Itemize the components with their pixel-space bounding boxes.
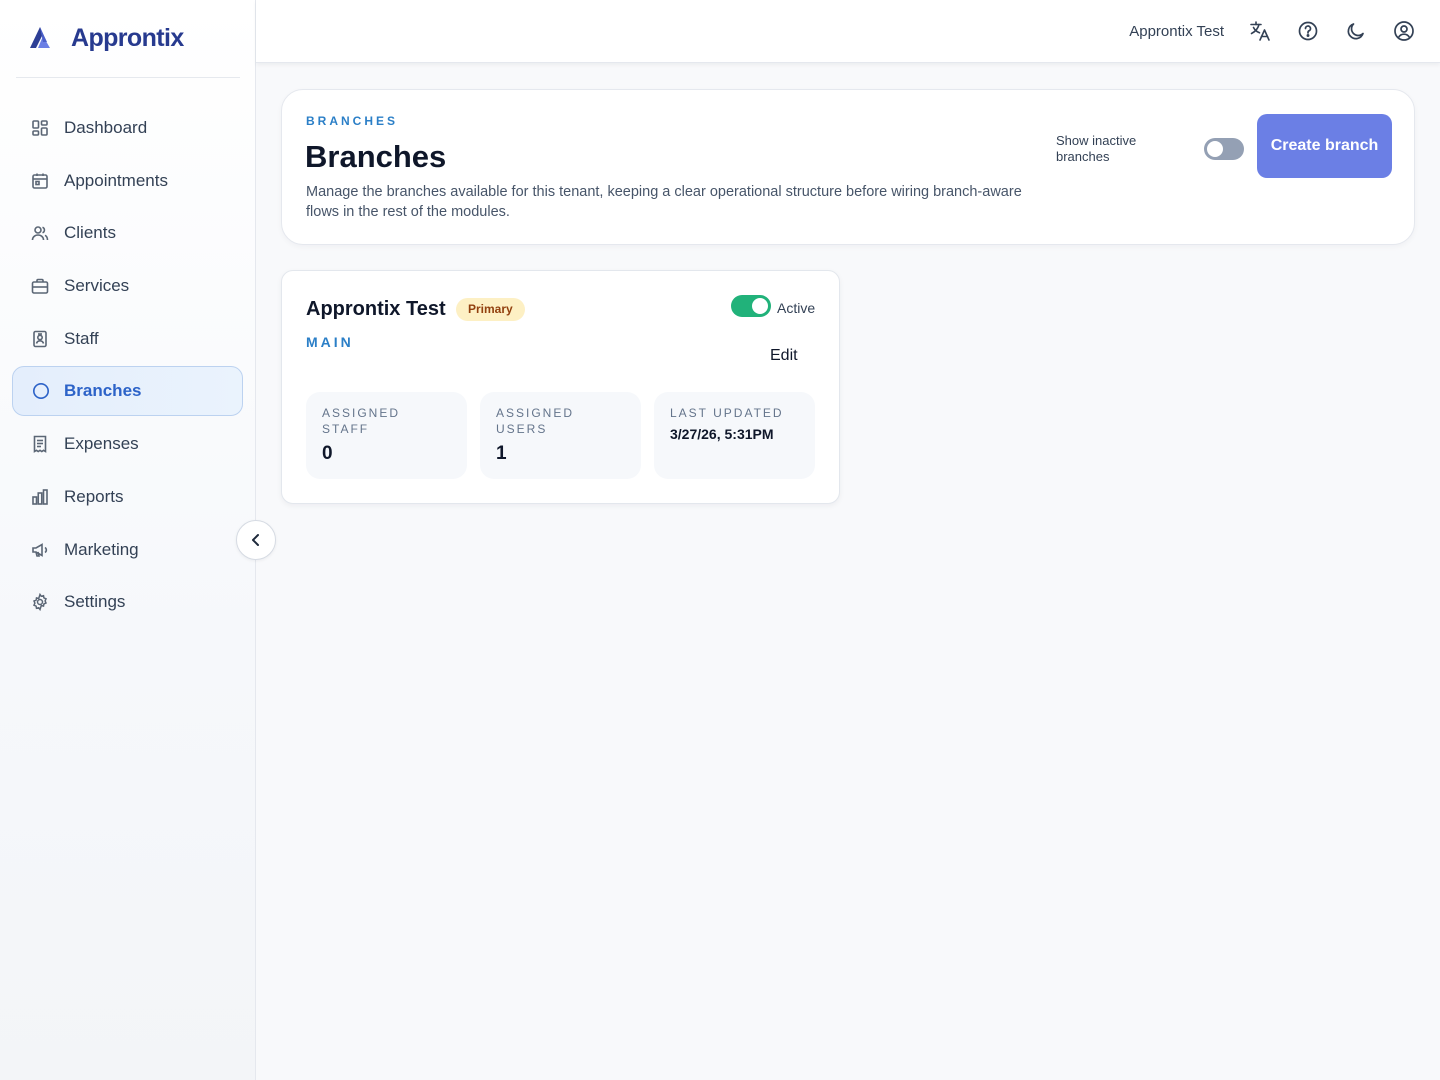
badge-icon	[31, 330, 49, 348]
page-title: Branches	[305, 139, 447, 174]
branch-active-toggle[interactable]	[731, 295, 771, 317]
stat-assigned-staff: Assigned staff 0	[306, 392, 467, 479]
sidebar-item-dashboard[interactable]: Dashboard	[12, 103, 243, 153]
help-icon[interactable]	[1297, 20, 1321, 44]
branches-header-card: BRANCHES Branches Manage the branches av…	[281, 89, 1415, 245]
stat-assigned-users: Assigned users 1	[480, 392, 641, 479]
circle-icon	[32, 382, 50, 400]
edit-branch-button[interactable]: Edit	[770, 347, 798, 365]
sidebar-item-label: Expenses	[64, 434, 139, 454]
toggle-knob	[752, 298, 768, 314]
sidebar-item-staff[interactable]: Staff	[12, 314, 243, 364]
stat-value: 1	[496, 443, 507, 464]
stat-value: 0	[322, 443, 333, 464]
sidebar-item-label: Appointments	[64, 170, 168, 190]
sidebar-item-appointments[interactable]: Appointments	[12, 156, 243, 206]
sidebar-item-label: Clients	[64, 223, 116, 243]
translate-icon[interactable]	[1249, 20, 1273, 44]
user-circle-icon[interactable]	[1393, 20, 1417, 44]
bar-chart-icon	[31, 488, 49, 506]
branch-code: MAIN	[306, 334, 354, 350]
sidebar-item-settings[interactable]: Settings	[12, 577, 243, 627]
stat-value: 3/27/26, 5:31PM	[670, 426, 774, 442]
page-description: Manage the branches available for this t…	[306, 184, 1022, 220]
sidebar-item-label: Reports	[64, 486, 124, 506]
sidebar-item-services[interactable]: Services	[12, 261, 243, 311]
sidebar-item-expenses[interactable]: Expenses	[12, 419, 243, 469]
branch-name: Approntix Test	[306, 298, 446, 320]
stat-label: Assigned users	[496, 406, 575, 436]
users-icon	[31, 224, 49, 242]
collapse-sidebar-button[interactable]	[236, 520, 276, 560]
brand-name: Approntix	[71, 24, 184, 52]
brand[interactable]: Approntix	[16, 0, 240, 78]
sidebar-item-label: Dashboard	[64, 118, 148, 137]
show-inactive-label: Show inactive branches	[1056, 133, 1137, 164]
stat-last-updated: Last updated 3/27/26, 5:31PM	[654, 392, 815, 479]
gear-icon	[31, 593, 49, 612]
sidebar-item-marketing[interactable]: Marketing	[12, 525, 243, 575]
dashboard-icon	[31, 119, 49, 137]
app-root: Approntix Dashboard Appointments Clients	[0, 0, 1440, 1080]
section-eyebrow: BRANCHES	[306, 114, 399, 128]
calendar-icon	[31, 172, 49, 190]
briefcase-icon	[31, 277, 49, 295]
tenant-name[interactable]: Approntix Test	[1129, 23, 1224, 40]
moon-icon[interactable]	[1345, 20, 1369, 44]
megaphone-icon	[31, 541, 49, 559]
receipt-icon	[31, 435, 49, 454]
sidebar: Approntix Dashboard Appointments Clients	[0, 0, 256, 1080]
sidebar-item-label: Services	[64, 276, 130, 296]
topbar: Approntix Test	[256, 0, 1440, 63]
brand-logo-icon	[26, 24, 54, 52]
sidebar-item-label: Staff	[64, 328, 99, 348]
sidebar-nav: Dashboard Appointments Clients Services	[12, 103, 243, 630]
sidebar-item-reports[interactable]: Reports	[12, 472, 243, 522]
sidebar-item-label: Settings	[64, 592, 126, 612]
toggle-knob	[1207, 141, 1223, 157]
stat-label: Assigned staff	[322, 406, 401, 436]
sidebar-item-clients[interactable]: Clients	[12, 208, 243, 258]
primary-badge: Primary	[456, 298, 525, 321]
sidebar-item-label: Branches	[64, 381, 142, 401]
stat-label: Last updated	[670, 406, 784, 420]
chevron-left-icon	[248, 532, 264, 548]
show-inactive-toggle[interactable]	[1204, 138, 1244, 160]
sidebar-item-label: Marketing	[64, 539, 139, 559]
branch-card: Approntix Test Primary MAIN Active Edit …	[281, 270, 840, 504]
create-branch-button[interactable]: Create branch	[1257, 114, 1392, 178]
sidebar-item-branches[interactable]: Branches	[12, 366, 243, 417]
branch-status-label: Active	[777, 300, 816, 316]
